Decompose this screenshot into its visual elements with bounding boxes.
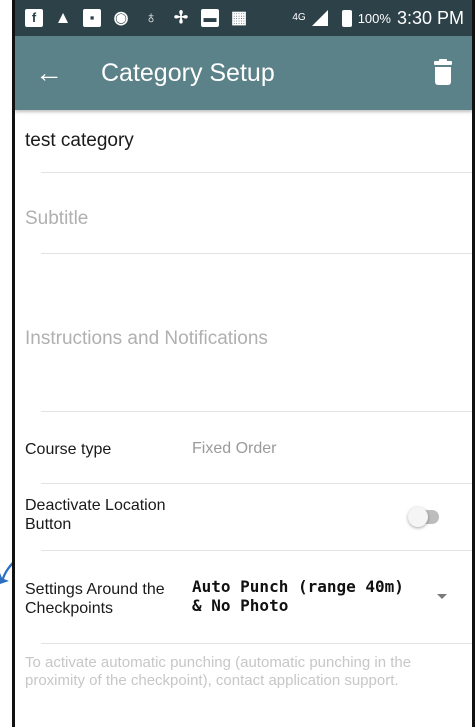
divider — [41, 411, 472, 412]
page-title: Category Setup — [101, 58, 275, 87]
title-field[interactable]: test category — [25, 130, 134, 152]
divider — [41, 643, 472, 644]
status-bar: f ▲ ▪ ◉ ♁ ✢ ▬ ▦ 4G 100% 3:30 PM — [15, 0, 472, 36]
wifi-icon: ◉ — [113, 8, 129, 27]
settings-checkpoints-select[interactable]: Auto Punch (range 40m) & No Photo — [192, 577, 422, 615]
settings-checkpoints-label: Settings Around the Checkpoints — [25, 581, 165, 617]
divider — [41, 172, 472, 173]
pinwheel-icon: ✢ — [173, 8, 189, 27]
message-icon: ▬ — [201, 9, 219, 27]
clock: 3:30 PM — [396, 7, 464, 28]
warning-icon: ▲ — [54, 8, 72, 27]
back-arrow-icon[interactable]: ← — [35, 57, 79, 89]
course-type-value[interactable]: Fixed Order — [192, 440, 276, 458]
instructions-field[interactable]: Instructions and Notifications — [25, 328, 268, 350]
battery-percent: 100% — [357, 10, 391, 26]
trash-icon[interactable] — [432, 59, 454, 87]
divider — [41, 550, 472, 551]
lightbulb-icon: ♁ — [144, 8, 158, 27]
facebook-icon: f — [25, 9, 43, 27]
phone-screen: f ▲ ▪ ◉ ♁ ✢ ▬ ▦ 4G 100% 3:30 PM ← Catego… — [12, 0, 475, 727]
signal-icon — [311, 10, 328, 26]
divider — [41, 483, 472, 484]
vibrate-icon: ▦ — [230, 8, 248, 27]
network-type: 4G — [292, 12, 306, 23]
image-icon: ▪ — [83, 9, 101, 27]
dropdown-arrow-icon[interactable] — [437, 594, 447, 599]
auto-punch-note: To activate automatic punching (automati… — [25, 654, 412, 689]
divider — [41, 253, 472, 254]
course-type-label: Course type — [25, 441, 112, 458]
deactivate-location-label: Deactivate Location Button — [25, 497, 166, 533]
toggle-knob — [408, 507, 428, 527]
subtitle-field[interactable]: Subtitle — [25, 208, 88, 230]
deactivate-location-toggle[interactable] — [408, 507, 439, 527]
battery-icon — [341, 9, 352, 27]
app-bar: ← Category Setup — [15, 36, 472, 110]
